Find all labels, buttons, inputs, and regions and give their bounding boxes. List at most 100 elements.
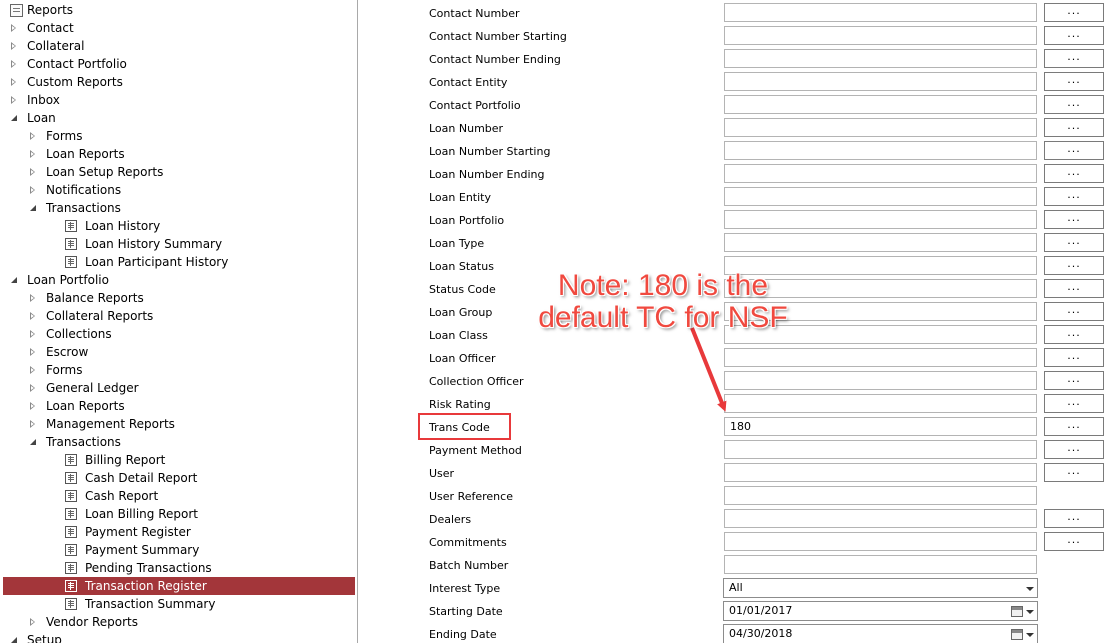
- tree-item-loan-portfolio[interactable]: Loan Portfolio: [3, 271, 355, 289]
- collapsed-arrow-icon[interactable]: [30, 168, 35, 176]
- input-loan-number-starting[interactable]: [724, 141, 1037, 160]
- tree-item-custom-reports[interactable]: Custom Reports: [3, 73, 355, 91]
- lookup-button-contact-number-starting[interactable]: ...: [1044, 26, 1104, 45]
- lookup-button-commitments[interactable]: ...: [1044, 532, 1104, 551]
- tree-item-collateral-reports[interactable]: Collateral Reports: [3, 307, 355, 325]
- tree-item-pending-transactions[interactable]: Pending Transactions: [3, 559, 355, 577]
- input-collection-officer[interactable]: [724, 371, 1037, 390]
- collapsed-arrow-icon[interactable]: [30, 402, 35, 410]
- tree-item-management-reports[interactable]: Management Reports: [3, 415, 355, 433]
- input-contact-number[interactable]: [724, 3, 1037, 22]
- collapsed-arrow-icon[interactable]: [30, 618, 35, 626]
- collapsed-arrow-icon[interactable]: [11, 60, 16, 68]
- tree-item-loan-history-summary[interactable]: Loan History Summary: [3, 235, 355, 253]
- collapsed-arrow-icon[interactable]: [30, 186, 35, 194]
- input-loan-entity[interactable]: [724, 187, 1037, 206]
- lookup-button-loan-group[interactable]: ...: [1044, 302, 1104, 321]
- tree-item-contact-portfolio[interactable]: Contact Portfolio: [3, 55, 355, 73]
- input-dealers[interactable]: [724, 509, 1037, 528]
- collapsed-arrow-icon[interactable]: [11, 96, 16, 104]
- tree-item-forms[interactable]: Forms: [3, 127, 355, 145]
- input-loan-portfolio[interactable]: [724, 210, 1037, 229]
- collapsed-arrow-icon[interactable]: [30, 330, 35, 338]
- tree-item-loan-setup-reports[interactable]: Loan Setup Reports: [3, 163, 355, 181]
- tree-item-loan-reports[interactable]: Loan Reports: [3, 145, 355, 163]
- input-user-reference[interactable]: [724, 486, 1037, 505]
- tree-item-contact[interactable]: Contact: [3, 19, 355, 37]
- collapsed-arrow-icon[interactable]: [30, 150, 35, 158]
- tree-item-loan-history[interactable]: Loan History: [3, 217, 355, 235]
- expanded-arrow-icon[interactable]: [30, 439, 36, 445]
- lookup-button-contact-portfolio[interactable]: ...: [1044, 95, 1104, 114]
- lookup-button-loan-entity[interactable]: ...: [1044, 187, 1104, 206]
- lookup-button-payment-method[interactable]: ...: [1044, 440, 1104, 459]
- tree-item-general-ledger[interactable]: General Ledger: [3, 379, 355, 397]
- collapsed-arrow-icon[interactable]: [30, 294, 35, 302]
- input-user[interactable]: [724, 463, 1037, 482]
- date-picker-starting-date[interactable]: 01/01/2017: [723, 601, 1038, 621]
- tree-item-escrow[interactable]: Escrow: [3, 343, 355, 361]
- calendar-icon[interactable]: [1011, 629, 1023, 640]
- input-contact-entity[interactable]: [724, 72, 1037, 91]
- tree-item-forms[interactable]: Forms: [3, 361, 355, 379]
- tree-item-loan[interactable]: Loan: [3, 109, 355, 127]
- collapsed-arrow-icon[interactable]: [30, 132, 35, 140]
- input-loan-type[interactable]: [724, 233, 1037, 252]
- tree-item-payment-register[interactable]: Payment Register: [3, 523, 355, 541]
- lookup-button-loan-class[interactable]: ...: [1044, 325, 1104, 344]
- tree-item-loan-participant-history[interactable]: Loan Participant History: [3, 253, 355, 271]
- collapsed-arrow-icon[interactable]: [11, 78, 16, 86]
- lookup-button-loan-portfolio[interactable]: ...: [1044, 210, 1104, 229]
- lookup-button-loan-status[interactable]: ...: [1044, 256, 1104, 275]
- dropdown-arrow-icon[interactable]: [1026, 610, 1034, 614]
- tree-item-loan-reports[interactable]: Loan Reports: [3, 397, 355, 415]
- input-contact-number-ending[interactable]: [724, 49, 1037, 68]
- tree-item-notifications[interactable]: Notifications: [3, 181, 355, 199]
- calendar-icon[interactable]: [1011, 606, 1023, 617]
- expanded-arrow-icon[interactable]: [11, 637, 17, 643]
- lookup-button-contact-entity[interactable]: ...: [1044, 72, 1104, 91]
- collapsed-arrow-icon[interactable]: [30, 366, 35, 374]
- input-loan-number-ending[interactable]: [724, 164, 1037, 183]
- input-loan-number[interactable]: [724, 118, 1037, 137]
- tree-item-billing-report[interactable]: Billing Report: [3, 451, 355, 469]
- tree-item-inbox[interactable]: Inbox: [3, 91, 355, 109]
- date-picker-ending-date[interactable]: 04/30/2018: [723, 624, 1038, 643]
- lookup-button-contact-number-ending[interactable]: ...: [1044, 49, 1104, 68]
- input-commitments[interactable]: [724, 532, 1037, 551]
- lookup-button-loan-number[interactable]: ...: [1044, 118, 1104, 137]
- tree-item-loan-billing-report[interactable]: Loan Billing Report: [3, 505, 355, 523]
- collapsed-arrow-icon[interactable]: [11, 24, 16, 32]
- tree-item-transaction-summary[interactable]: Transaction Summary: [3, 595, 355, 613]
- lookup-button-dealers[interactable]: ...: [1044, 509, 1104, 528]
- input-payment-method[interactable]: [724, 440, 1037, 459]
- collapsed-arrow-icon[interactable]: [30, 348, 35, 356]
- lookup-button-contact-number[interactable]: ...: [1044, 3, 1104, 22]
- tree-item-cash-detail-report[interactable]: Cash Detail Report: [3, 469, 355, 487]
- lookup-button-loan-type[interactable]: ...: [1044, 233, 1104, 252]
- collapsed-arrow-icon[interactable]: [30, 312, 35, 320]
- lookup-button-loan-number-ending[interactable]: ...: [1044, 164, 1104, 183]
- tree-item-cash-report[interactable]: Cash Report: [3, 487, 355, 505]
- lookup-button-status-code[interactable]: ...: [1044, 279, 1104, 298]
- tree-item-transactions[interactable]: Transactions: [3, 433, 355, 451]
- collapsed-arrow-icon[interactable]: [11, 42, 16, 50]
- lookup-button-user[interactable]: ...: [1044, 463, 1104, 482]
- tree-item-transactions[interactable]: Transactions: [3, 199, 355, 217]
- lookup-button-trans-code[interactable]: ...: [1044, 417, 1104, 436]
- tree-item-balance-reports[interactable]: Balance Reports: [3, 289, 355, 307]
- collapsed-arrow-icon[interactable]: [30, 384, 35, 392]
- tree-item-collateral[interactable]: Collateral: [3, 37, 355, 55]
- lookup-button-risk-rating[interactable]: ...: [1044, 394, 1104, 413]
- expanded-arrow-icon[interactable]: [30, 205, 36, 211]
- lookup-button-loan-officer[interactable]: ...: [1044, 348, 1104, 367]
- lookup-button-loan-number-starting[interactable]: ...: [1044, 141, 1104, 160]
- tree-item-payment-summary[interactable]: Payment Summary: [3, 541, 355, 559]
- dropdown-arrow-icon[interactable]: [1026, 587, 1034, 591]
- select-interest-type[interactable]: All: [723, 578, 1038, 598]
- collapsed-arrow-icon[interactable]: [30, 420, 35, 428]
- tree-item-reports[interactable]: Reports: [3, 1, 355, 19]
- input-contact-portfolio[interactable]: [724, 95, 1037, 114]
- lookup-button-collection-officer[interactable]: ...: [1044, 371, 1104, 390]
- tree-item-vendor-reports[interactable]: Vendor Reports: [3, 613, 355, 631]
